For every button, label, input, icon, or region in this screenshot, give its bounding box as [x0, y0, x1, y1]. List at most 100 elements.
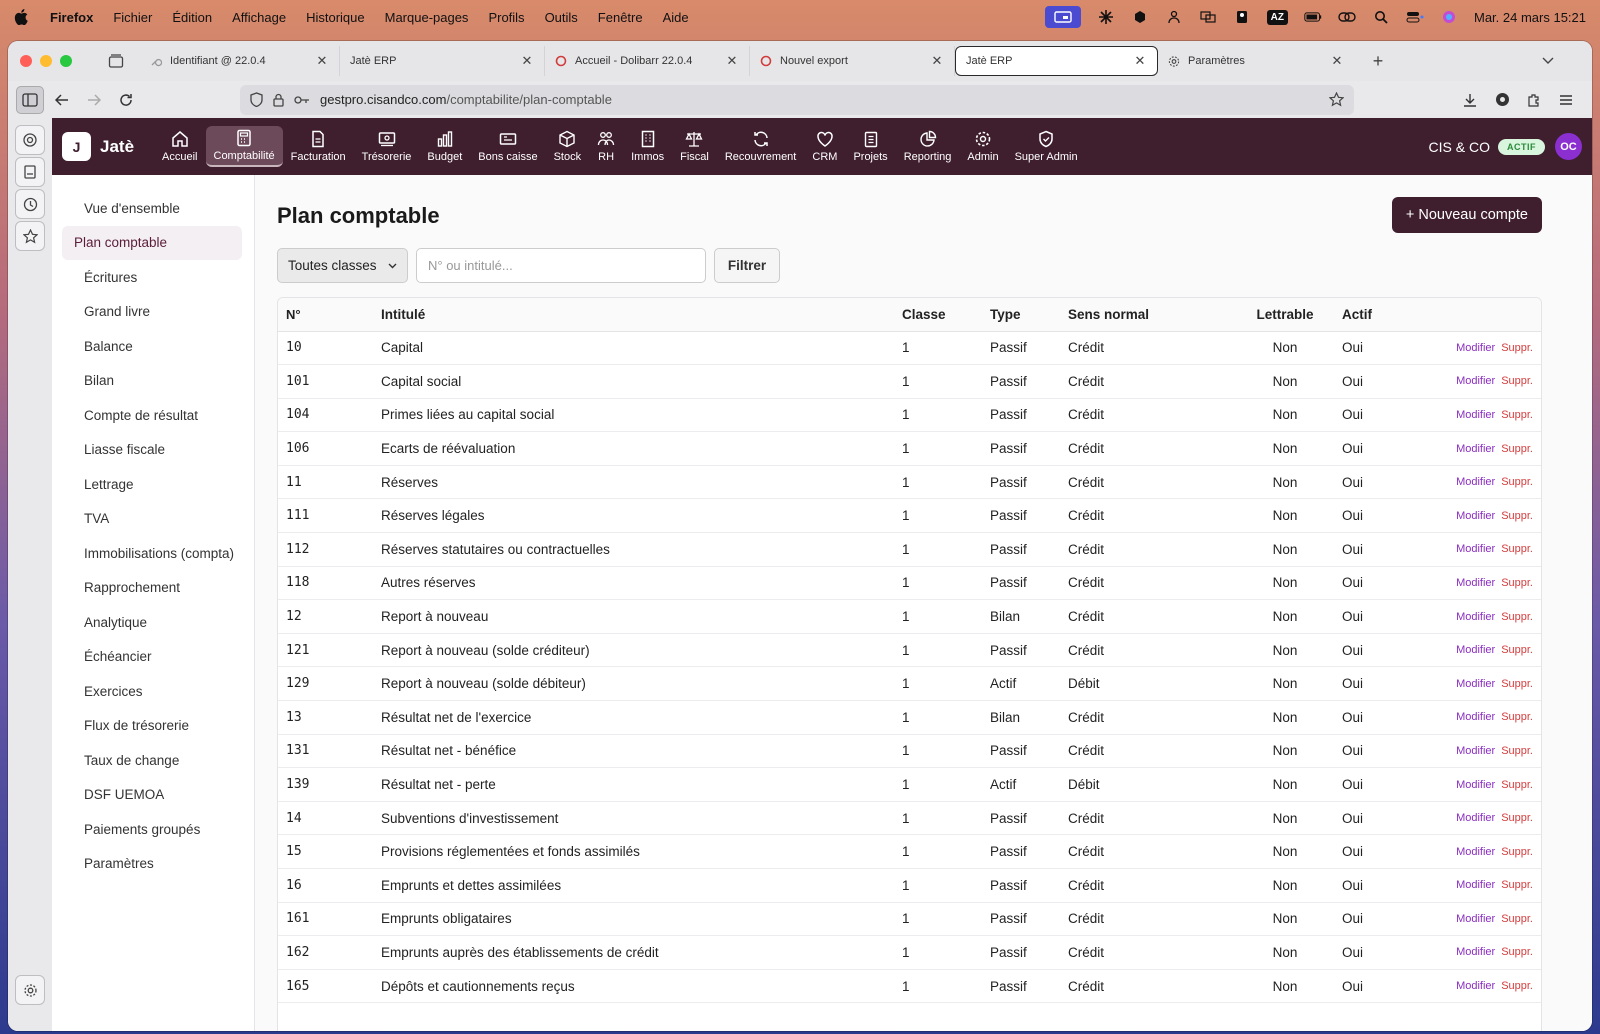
tab-dolibarr-accueil[interactable]: Accueil - Dolibarr 22.0.4 ✕ — [545, 46, 750, 76]
sidebar-item-liasse-fiscale[interactable]: Liasse fiscale — [62, 433, 242, 468]
synced-tabs-icon[interactable] — [15, 157, 45, 187]
delete-link[interactable]: Suppr. — [1501, 779, 1533, 791]
search-icon[interactable] — [1372, 10, 1390, 24]
sidebar-settings-gear-icon[interactable] — [15, 975, 45, 1005]
nav-rh[interactable]: RH — [589, 126, 623, 167]
nav-fiscal[interactable]: Fiscal — [672, 126, 717, 167]
edit-link[interactable]: Modifier — [1456, 711, 1495, 723]
menu-historique[interactable]: Historique — [306, 10, 365, 25]
edit-link[interactable]: Modifier — [1456, 980, 1495, 992]
header-type[interactable]: Type — [990, 298, 1068, 332]
tracking-shield-icon[interactable] — [250, 92, 263, 107]
app-logo[interactable]: J Jatè — [62, 132, 134, 161]
nav-recouvrement[interactable]: Recouvrement — [717, 126, 805, 167]
siri-icon[interactable] — [1440, 10, 1458, 24]
edit-link[interactable]: Modifier — [1456, 644, 1495, 656]
history-clock-icon[interactable] — [15, 189, 45, 219]
delete-link[interactable]: Suppr. — [1501, 644, 1533, 656]
apple-icon[interactable] — [14, 9, 28, 25]
search-input[interactable]: N° ou intitulé... — [416, 248, 706, 283]
delete-link[interactable]: Suppr. — [1501, 879, 1533, 891]
link-icon[interactable] — [1338, 10, 1356, 24]
id-card-icon[interactable] — [1233, 10, 1251, 24]
sidebar-item-rapprochement[interactable]: Rapprochement — [62, 571, 242, 606]
edit-link[interactable]: Modifier — [1456, 510, 1495, 522]
edit-link[interactable]: Modifier — [1456, 443, 1495, 455]
sidebar-item-balance[interactable]: Balance — [62, 329, 242, 364]
person-icon[interactable] — [1165, 10, 1183, 24]
tab-list-chevron-icon[interactable] — [1534, 47, 1562, 75]
menu-affichage[interactable]: Affichage — [232, 10, 286, 25]
sidebar-item-compte-de-resultat[interactable]: Compte de résultat — [62, 398, 242, 433]
delete-link[interactable]: Suppr. — [1501, 577, 1533, 589]
tab-jate-erp-1[interactable]: Jatè ERP ✕ — [340, 46, 545, 76]
tab-close-icon[interactable]: ✕ — [930, 53, 944, 69]
delete-link[interactable]: Suppr. — [1501, 745, 1533, 757]
edit-link[interactable]: Modifier — [1456, 812, 1495, 824]
menu-fenetre[interactable]: Fenêtre — [598, 10, 643, 25]
new-tab-icon[interactable]: + — [1364, 47, 1392, 75]
account-icon[interactable] — [1488, 86, 1516, 114]
delete-link[interactable]: Suppr. — [1501, 476, 1533, 488]
windows-icon[interactable] — [1199, 10, 1217, 24]
nav-crm[interactable]: CRM — [804, 126, 845, 167]
delete-link[interactable]: Suppr. — [1501, 980, 1533, 992]
sidebar-item-echeancier[interactable]: Échéancier — [62, 640, 242, 675]
delete-link[interactable]: Suppr. — [1501, 342, 1533, 354]
sidebar-item-ecritures[interactable]: Écritures — [62, 260, 242, 295]
menu-marque-pages[interactable]: Marque-pages — [385, 10, 469, 25]
sidebar-item-grand-livre[interactable]: Grand livre — [62, 295, 242, 330]
sidebar-item-flux-de-tresorerie[interactable]: Flux de trésorerie — [62, 709, 242, 744]
tab-parametres[interactable]: Paramètres ✕ — [1158, 46, 1354, 76]
ai-chatbot-icon[interactable] — [15, 125, 45, 155]
battery-icon[interactable] — [1304, 10, 1322, 24]
tab-close-icon[interactable]: ✕ — [725, 53, 739, 69]
menu-aide[interactable]: Aide — [663, 10, 689, 25]
edit-link[interactable]: Modifier — [1456, 611, 1495, 623]
company-name[interactable]: CIS & CO — [1429, 139, 1490, 155]
header-actif[interactable]: Actif — [1337, 298, 1441, 332]
tab-close-icon[interactable]: ✕ — [315, 53, 329, 69]
forward-arrow-icon[interactable] — [80, 86, 108, 114]
edit-link[interactable]: Modifier — [1456, 409, 1495, 421]
control-center-icon[interactable] — [1406, 10, 1424, 24]
nav-facturation[interactable]: Facturation — [283, 126, 354, 167]
tab-overview-icon[interactable] — [102, 47, 130, 75]
lock-icon[interactable] — [273, 93, 284, 107]
nav-budget[interactable]: Budget — [419, 126, 470, 167]
tab-close-icon[interactable]: ✕ — [520, 53, 534, 69]
delete-link[interactable]: Suppr. — [1501, 375, 1533, 387]
header-sens-normal[interactable]: Sens normal — [1068, 298, 1233, 332]
screen-share-icon[interactable] — [1044, 6, 1081, 28]
menu-profils[interactable]: Profils — [488, 10, 524, 25]
bookmarks-star-icon[interactable] — [15, 221, 45, 251]
sidebar-item-plan-comptable[interactable]: Plan comptable — [62, 225, 242, 260]
minimize-window-button[interactable] — [40, 55, 52, 67]
download-icon[interactable] — [1456, 86, 1484, 114]
class-filter-select[interactable]: Toutes classes — [277, 248, 408, 283]
sidebar-item-paiements-groupes[interactable]: Paiements groupés — [62, 812, 242, 847]
header-intitule[interactable]: Intitulé — [381, 298, 902, 332]
tab-nouvel-export[interactable]: Nouvel export ✕ — [750, 46, 955, 76]
delete-link[interactable]: Suppr. — [1501, 711, 1533, 723]
delete-link[interactable]: Suppr. — [1501, 678, 1533, 690]
sidebar-item-parametres[interactable]: Paramètres — [62, 847, 242, 882]
keyboard-layout-icon[interactable]: AZ — [1266, 9, 1288, 25]
nav-accueil[interactable]: Accueil — [154, 126, 205, 167]
edit-link[interactable]: Modifier — [1456, 342, 1495, 354]
delete-link[interactable]: Suppr. — [1501, 913, 1533, 925]
delete-link[interactable]: Suppr. — [1501, 443, 1533, 455]
tab-close-icon[interactable]: ✕ — [1133, 53, 1147, 69]
sidebar-item-immobilisations-compta[interactable]: Immobilisations (compta) — [62, 536, 242, 571]
delete-link[interactable]: Suppr. — [1501, 611, 1533, 623]
edit-link[interactable]: Modifier — [1456, 913, 1495, 925]
menu-hamburger-icon[interactable] — [1552, 86, 1580, 114]
edit-link[interactable]: Modifier — [1456, 476, 1495, 488]
new-account-button[interactable]: + Nouveau compte — [1391, 197, 1542, 233]
edit-link[interactable]: Modifier — [1456, 879, 1495, 891]
edit-link[interactable]: Modifier — [1456, 779, 1495, 791]
cube-icon[interactable] — [1131, 10, 1149, 24]
header-lettrable[interactable]: Lettrable — [1233, 298, 1337, 332]
sidebar-item-vue-d-ensemble[interactable]: Vue d'ensemble — [62, 191, 242, 226]
close-window-button[interactable] — [20, 55, 32, 67]
